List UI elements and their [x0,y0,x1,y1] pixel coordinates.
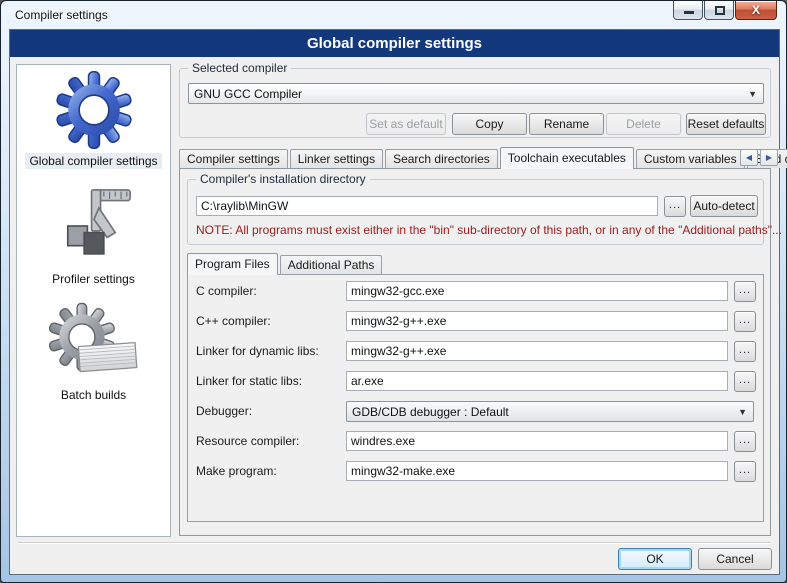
settings-sidebar: Global compiler settings [16,64,171,537]
close-icon: X [736,1,776,19]
caliper-icon [53,185,135,267]
field-row-cpp-compiler: C++ compiler: ... [188,311,763,333]
make-program-input[interactable] [346,461,728,481]
field-label: Make program: [196,461,277,482]
rename-button[interactable]: Rename [529,113,604,135]
window-title: Compiler settings [15,1,108,30]
sidebar-item-batch-builds[interactable]: Batch builds [17,301,170,403]
tab-scroll-right-icon[interactable]: ▶ [760,149,778,166]
browse-cpp-compiler-button[interactable]: ... [734,311,756,332]
debugger-select-value: GDB/CDB debugger : Default [352,402,509,422]
delete-button[interactable]: Delete [606,113,681,135]
field-label: Linker for static libs: [196,371,302,392]
reset-defaults-button[interactable]: Reset defaults [686,113,766,135]
titlebar: Compiler settings X [1,1,786,29]
auto-detect-button[interactable]: Auto-detect [690,195,758,217]
tab-scroll-controls: ◀ ▶ [738,149,778,166]
browse-directory-button[interactable]: ... [664,196,686,217]
settings-tab-bar: Compiler settings Linker settings Search… [179,147,787,168]
field-row-static-linker: Linker for static libs: ... [188,371,763,393]
browse-dynamic-linker-button[interactable]: ... [734,341,756,362]
set-as-default-button[interactable]: Set as default [366,113,446,135]
program-files-panel: C compiler: ... C++ compiler: ... Linker… [187,274,764,522]
ok-button[interactable]: OK [618,548,692,570]
maximize-icon [715,6,725,15]
sidebar-item-global-compiler-settings[interactable]: Global compiler settings [17,71,170,169]
note-text: NOTE: All programs must exist either in … [196,223,782,237]
field-row-c-compiler: C compiler: ... [188,281,763,303]
browse-resource-compiler-button[interactable]: ... [734,431,756,452]
debugger-select[interactable]: GDB/CDB debugger : Default ▼ [346,401,754,422]
selected-compiler-group: Selected compiler GNU GCC Compiler ▼ Set… [179,68,771,138]
toolchain-executables-panel: Compiler's installation directory ... Au… [179,168,771,536]
gear-icon [55,71,133,149]
chevron-down-icon: ▼ [738,402,747,422]
tab-custom-variables[interactable]: Custom variables [636,149,745,168]
sidebar-item-label: Global compiler settings [25,153,161,169]
copy-button[interactable]: Copy [452,113,527,135]
tab-scroll-left-icon[interactable]: ◀ [740,149,758,166]
field-label: Resource compiler: [196,431,299,452]
field-row-resource-compiler: Resource compiler: ... [188,431,763,453]
subtab-additional-paths[interactable]: Additional Paths [280,255,383,274]
group-legend: Compiler's installation directory [196,172,370,186]
browse-static-linker-button[interactable]: ... [734,371,756,392]
installation-directory-group: Compiler's installation directory ... Au… [187,179,764,245]
chevron-down-icon: ▼ [748,84,757,104]
sidebar-item-label: Batch builds [57,387,130,403]
field-label: C compiler: [196,281,257,302]
batch-builds-icon [46,301,142,383]
tab-linker-settings[interactable]: Linker settings [290,149,383,168]
window-controls: X [672,1,777,20]
footer-divider [18,542,771,544]
field-label: Debugger: [196,401,252,422]
compiler-select-value: GNU GCC Compiler [194,84,302,104]
c-compiler-input[interactable] [346,281,728,301]
dynamic-linker-input[interactable] [346,341,728,361]
tab-compiler-settings[interactable]: Compiler settings [179,149,288,168]
tab-toolchain-executables[interactable]: Toolchain executables [500,147,634,169]
sidebar-item-label: Profiler settings [48,271,139,287]
files-subtab-bar: Program Files Additional Paths [187,253,384,274]
minimize-icon [684,11,694,14]
field-row-debugger: Debugger: GDB/CDB debugger : Default ▼ [188,401,763,423]
field-row-dynamic-linker: Linker for dynamic libs: ... [188,341,763,363]
page-title: Global compiler settings [10,30,779,57]
cancel-button[interactable]: Cancel [698,548,772,570]
browse-make-program-button[interactable]: ... [734,461,756,482]
close-button[interactable]: X [735,1,777,20]
field-label: Linker for dynamic libs: [196,341,319,362]
resource-compiler-input[interactable] [346,431,728,451]
maximize-button[interactable] [704,1,734,20]
browse-c-compiler-button[interactable]: ... [734,281,756,302]
minimize-button[interactable] [673,1,703,20]
compiler-select[interactable]: GNU GCC Compiler ▼ [188,83,764,104]
static-linker-input[interactable] [346,371,728,391]
tab-search-directories[interactable]: Search directories [385,149,498,168]
window-frame: Compiler settings X Global compiler sett… [0,0,787,583]
cpp-compiler-input[interactable] [346,311,728,331]
group-legend: Selected compiler [188,61,291,75]
compiler-settings-dialog: Global compiler settings [9,29,780,575]
sidebar-item-profiler-settings[interactable]: Profiler settings [17,185,170,287]
subtab-program-files[interactable]: Program Files [187,253,278,275]
field-label: C++ compiler: [196,311,271,332]
field-row-make-program: Make program: ... [188,461,763,483]
installation-directory-input[interactable] [196,196,658,216]
